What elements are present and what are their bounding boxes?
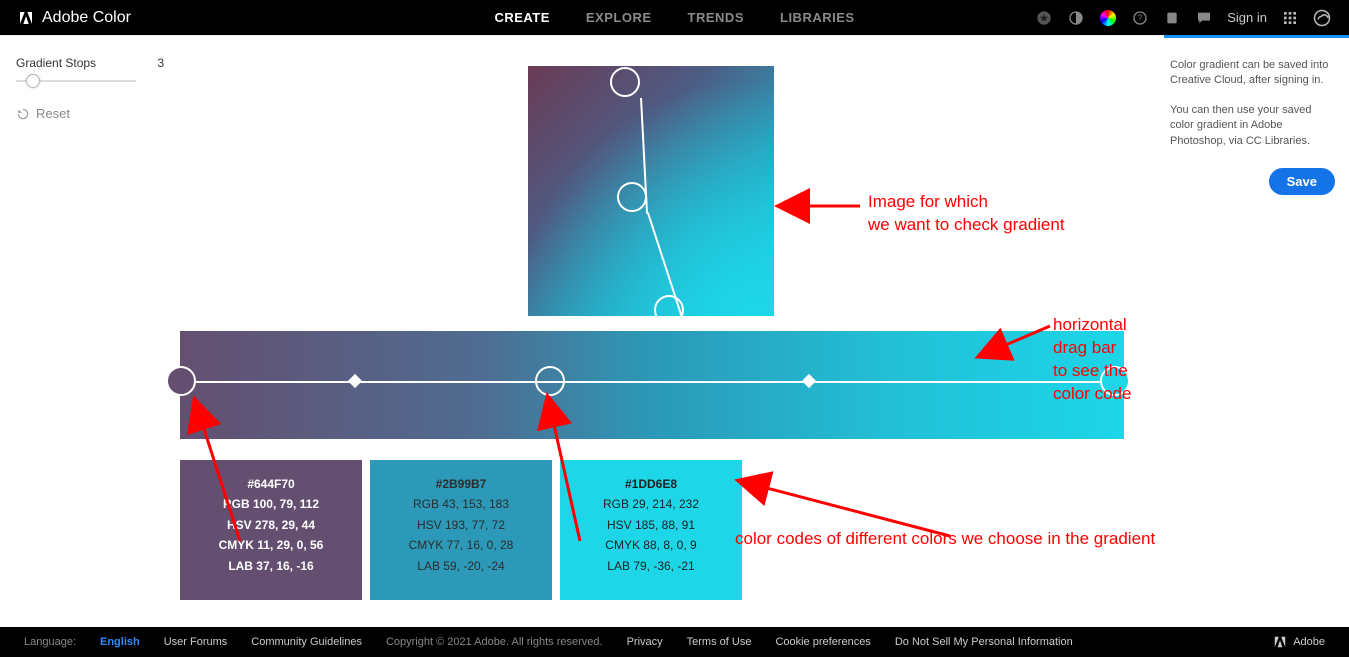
hex-value: #1DD6E8 xyxy=(560,474,742,494)
lab-value: LAB 59, -20, -24 xyxy=(370,556,552,576)
apps-grid-icon[interactable] xyxy=(1281,9,1299,27)
rgb-value: RGB 43, 153, 183 xyxy=(370,494,552,514)
sidebar-right: Color gradient can be saved into Creativ… xyxy=(1164,35,1349,627)
adobe-logo-icon xyxy=(1273,635,1287,649)
gradient-bar-track xyxy=(180,381,1124,383)
nav-libraries[interactable]: LIBRARIES xyxy=(780,10,855,25)
footer-adobe-mark[interactable]: Adobe xyxy=(1273,635,1325,649)
hsv-value: HSV 193, 77, 72 xyxy=(370,515,552,535)
annotation-text: color codes of different colors we choos… xyxy=(735,528,1155,551)
footer: Language: English User Forums Community … xyxy=(0,627,1349,657)
footer-community-guidelines[interactable]: Community Guidelines xyxy=(251,636,362,648)
header-actions: ? Sign in xyxy=(1035,9,1331,27)
slider-thumb[interactable] xyxy=(26,74,40,88)
gradient-bar-fill xyxy=(180,331,1124,439)
brand[interactable]: Adobe Color xyxy=(18,9,131,27)
color-cards: #644F70 RGB 100, 79, 112 HSV 278, 29, 44… xyxy=(180,460,742,600)
nav-explore[interactable]: EXPLORE xyxy=(586,10,652,25)
color-card[interactable]: #644F70 RGB 100, 79, 112 HSV 278, 29, 44… xyxy=(180,460,362,600)
language-label: Language: xyxy=(24,636,76,648)
sidebar-left: Gradient Stops 3 Reset xyxy=(0,35,180,627)
rgb-value: RGB 100, 79, 112 xyxy=(180,494,362,514)
info-text: Color gradient can be saved into Creativ… xyxy=(1170,58,1337,89)
color-card[interactable]: #1DD6E8 RGB 29, 214, 232 HSV 185, 88, 91… xyxy=(560,460,742,600)
image-color-node[interactable] xyxy=(610,67,640,97)
gradient-stops-slider[interactable] xyxy=(16,80,136,82)
star-icon[interactable] xyxy=(1035,9,1053,27)
adobe-logo-icon xyxy=(18,10,34,26)
lab-value: LAB 79, -36, -21 xyxy=(560,556,742,576)
cmyk-value: CMYK 11, 29, 0, 56 xyxy=(180,535,362,555)
gradient-stop-handle[interactable] xyxy=(166,366,196,396)
feedback-icon[interactable] xyxy=(1195,9,1213,27)
gradient-stops-value: 3 xyxy=(157,56,164,70)
reset-label: Reset xyxy=(36,106,70,121)
footer-copyright: Copyright © 2021 Adobe. All rights reser… xyxy=(386,636,603,648)
app-header: Adobe Color CREATE EXPLORE TRENDS LIBRAR… xyxy=(0,0,1349,35)
image-color-node[interactable] xyxy=(654,295,684,325)
colorwheel-icon[interactable] xyxy=(1099,9,1117,27)
gradient-stops-label: Gradient Stops xyxy=(16,56,96,70)
contrast-icon[interactable] xyxy=(1067,9,1085,27)
cc-icon[interactable] xyxy=(1313,9,1331,27)
footer-do-not-sell[interactable]: Do Not Sell My Personal Information xyxy=(895,636,1073,648)
footer-cookies[interactable]: Cookie preferences xyxy=(775,636,870,648)
svg-text:?: ? xyxy=(1138,13,1143,22)
signin-link[interactable]: Sign in xyxy=(1227,10,1267,25)
cmyk-value: CMYK 88, 8, 0, 9 xyxy=(560,535,742,555)
annotation-text: horizontal drag bar to see the color cod… xyxy=(1053,314,1164,406)
gradient-stop-handle[interactable] xyxy=(535,366,565,396)
nav-create[interactable]: CREATE xyxy=(494,10,549,25)
primary-nav: CREATE EXPLORE TRENDS LIBRARIES xyxy=(494,10,854,25)
reset-button[interactable]: Reset xyxy=(16,106,164,121)
reset-icon xyxy=(16,107,30,121)
brand-label: Adobe Color xyxy=(42,9,131,27)
workspace: #644F70 RGB 100, 79, 112 HSV 278, 29, 44… xyxy=(180,35,1164,627)
hsv-value: HSV 278, 29, 44 xyxy=(180,515,362,535)
hex-value: #644F70 xyxy=(180,474,362,494)
save-button[interactable]: Save xyxy=(1269,168,1335,195)
language-selector[interactable]: English xyxy=(100,636,140,648)
main-area: Gradient Stops 3 Reset xyxy=(0,35,1349,627)
hex-value: #2B99B7 xyxy=(370,474,552,494)
lab-value: LAB 37, 16, -16 xyxy=(180,556,362,576)
rgb-value: RGB 29, 214, 232 xyxy=(560,494,742,514)
cmyk-value: CMYK 77, 16, 0, 28 xyxy=(370,535,552,555)
color-card[interactable]: #2B99B7 RGB 43, 153, 183 HSV 193, 77, 72… xyxy=(370,460,552,600)
footer-user-forums[interactable]: User Forums xyxy=(164,636,228,648)
gradient-bar[interactable] xyxy=(180,331,1124,439)
gradient-source-image[interactable] xyxy=(528,66,774,316)
gradient-stops-row: Gradient Stops 3 xyxy=(16,56,164,70)
hsv-value: HSV 185, 88, 91 xyxy=(560,515,742,535)
nav-trends[interactable]: TRENDS xyxy=(688,10,744,25)
info-text: You can then use your saved color gradie… xyxy=(1170,103,1337,149)
footer-terms[interactable]: Terms of Use xyxy=(687,636,752,648)
image-color-node[interactable] xyxy=(617,182,647,212)
annotation-text: Image for which we want to check gradien… xyxy=(868,191,1065,237)
announce-icon[interactable] xyxy=(1163,9,1181,27)
footer-privacy[interactable]: Privacy xyxy=(627,636,663,648)
help-icon[interactable]: ? xyxy=(1131,9,1149,27)
